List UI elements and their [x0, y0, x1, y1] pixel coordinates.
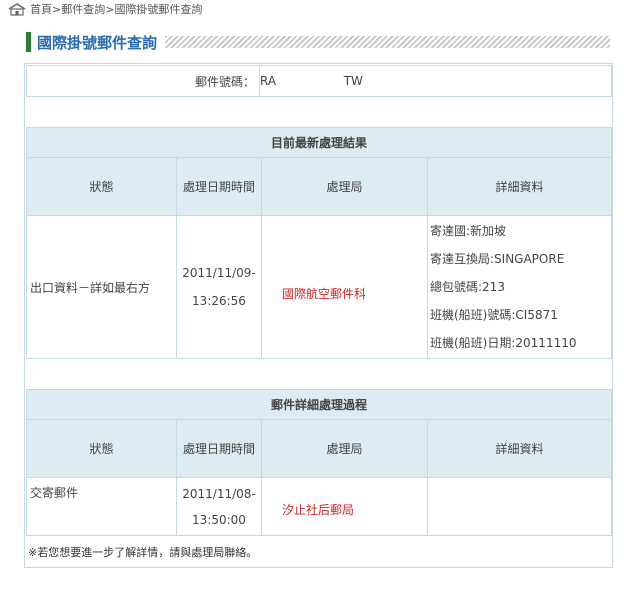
breadcrumb-separator: >	[52, 2, 62, 16]
page-title: 國際掛號郵件查詢	[37, 33, 158, 52]
latest-datetime: 2011/11/09- 13:26:56	[176, 215, 262, 359]
title-accent-bar	[26, 32, 31, 52]
mail-number-prefix: RA	[260, 74, 277, 88]
history-time: 13:50:00	[192, 512, 246, 527]
latest-data-row: 出口資料－詳如最右方 2011/11/09- 13:26:56 國際航空郵件科 …	[26, 215, 613, 359]
detail-destination-country: 寄達國:新加坡	[430, 224, 507, 238]
query-table: 郵件號碼： RA TW	[26, 65, 612, 97]
mail-number-suffix: TW	[343, 74, 363, 88]
mail-number-value: RA TW	[259, 65, 612, 97]
col-header-office: 處理局	[261, 157, 428, 216]
breadcrumb-separator: >	[105, 2, 115, 16]
col-header-status: 狀態	[26, 419, 177, 478]
history-section-title: 郵件詳細處理過程	[25, 389, 613, 420]
latest-date: 2011/11/09-	[182, 266, 256, 280]
title-stripes-decoration	[165, 36, 610, 48]
latest-office: 國際航空郵件科	[261, 215, 428, 359]
detail-flight-number: 班機(船班)號碼:CI5871	[430, 308, 558, 322]
history-header-row: 狀態 處理日期時間 處理局 詳細資料	[26, 419, 613, 478]
mail-number-label: 郵件號碼：	[26, 65, 260, 97]
breadcrumb-mail-query-link[interactable]: 郵件查詢	[61, 1, 105, 17]
history-title-row: 郵件詳細處理過程	[25, 389, 613, 420]
history-details	[426, 477, 613, 536]
col-header-details: 詳細資料	[426, 157, 613, 216]
col-header-datetime: 處理日期時間	[176, 419, 262, 478]
detail-flight-date: 班機(船班)日期:20111110	[430, 336, 577, 350]
breadcrumb-home-link[interactable]: 首頁	[30, 1, 52, 17]
table-row: 交寄郵件 2011/11/08- 13:50:00 汐止社后郵局	[26, 477, 613, 536]
history-office: 汐止社后郵局	[261, 477, 428, 536]
latest-header-row: 狀態 處理日期時間 處理局 詳細資料	[26, 157, 613, 216]
latest-details: 寄達國:新加坡 寄達互換局:SINGAPORE 總包號碼:213 班機(船班)號…	[426, 215, 613, 359]
home-icon	[8, 2, 26, 16]
col-header-status: 狀態	[26, 157, 177, 216]
breadcrumb-current: 國際掛號郵件查詢	[114, 3, 203, 16]
col-header-datetime: 處理日期時間	[176, 157, 262, 216]
history-datetime: 2011/11/08- 13:50:00	[176, 477, 262, 536]
latest-title-row: 目前最新處理結果	[25, 127, 613, 158]
latest-result-table: 目前最新處理結果 狀態 處理日期時間 處理局 詳細資料 出口資料－詳如最右方 2…	[25, 127, 613, 359]
detail-exchange-office: 寄達互換局:SINGAPORE	[430, 252, 565, 266]
latest-status: 出口資料－詳如最右方	[26, 215, 177, 359]
history-status: 交寄郵件	[26, 477, 177, 536]
history-table: 郵件詳細處理過程 狀態 處理日期時間 處理局 詳細資料 交寄郵件 2011/11…	[25, 389, 613, 536]
query-row: 郵件號碼： RA TW	[26, 65, 612, 97]
col-header-office: 處理局	[261, 419, 428, 478]
latest-time: 13:26:56	[192, 294, 246, 308]
detail-dispatch-number: 總包號碼:213	[430, 280, 505, 294]
contact-note: ※若您想要進一步了解詳情，請與處理局聯絡。	[28, 546, 258, 559]
history-date: 2011/11/08-	[182, 486, 256, 501]
latest-section-title: 目前最新處理結果	[25, 127, 613, 158]
breadcrumb: 首頁 > 郵件查詢 > 國際掛號郵件查詢	[8, 1, 202, 17]
col-header-details: 詳細資料	[426, 419, 613, 478]
page-title-bar: 國際掛號郵件查詢	[26, 31, 610, 53]
